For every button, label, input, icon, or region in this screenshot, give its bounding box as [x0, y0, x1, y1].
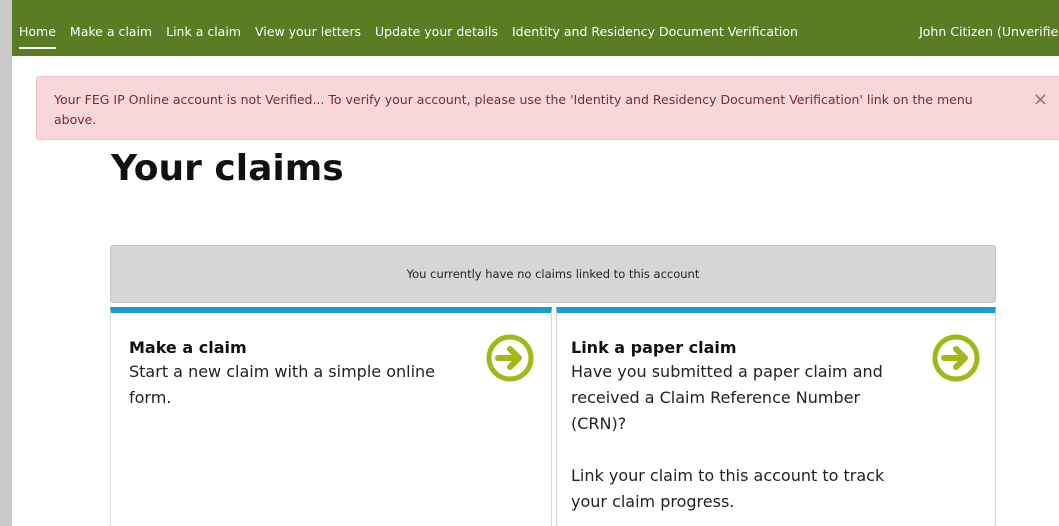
- alert-text: Your FEG IP Online account is not Verifi…: [54, 92, 973, 127]
- user-account-menu[interactable]: John Citizen (Unverified): [919, 24, 1059, 39]
- make-a-claim-card[interactable]: Make a claim Start a new claim with a si…: [110, 307, 552, 526]
- card-title: Link a paper claim: [571, 338, 737, 357]
- page-title: Your claims: [111, 148, 344, 189]
- nav-make-a-claim[interactable]: Make a claim: [70, 24, 152, 45]
- page-frame: Home Make a claim Link a claim View your…: [0, 0, 1059, 526]
- nav-home[interactable]: Home: [19, 24, 56, 49]
- card-description-secondary: Link your claim to this account to track…: [571, 466, 885, 511]
- nav-link-a-claim[interactable]: Link a claim: [166, 24, 241, 45]
- arrow-right-circle-icon[interactable]: [485, 333, 535, 383]
- nav-identity-verification[interactable]: Identity and Residency Document Verifica…: [512, 24, 798, 45]
- arrow-right-circle-icon[interactable]: [931, 333, 981, 383]
- card-title: Make a claim: [129, 338, 247, 357]
- card-description: Start a new claim with a simple online f…: [129, 362, 436, 407]
- no-claims-text: You currently have no claims linked to t…: [406, 267, 700, 281]
- link-paper-claim-card[interactable]: Link a paper claim Have you submitted a …: [556, 307, 996, 526]
- nav-update-your-details[interactable]: Update your details: [375, 24, 498, 45]
- card-description: Have you submitted a paper claim and rec…: [571, 362, 883, 433]
- no-claims-message: You currently have no claims linked to t…: [110, 245, 996, 303]
- nav-view-your-letters[interactable]: View your letters: [255, 24, 361, 45]
- verification-alert: Your FEG IP Online account is not Verifi…: [36, 76, 1059, 140]
- top-navbar: Home Make a claim Link a claim View your…: [12, 0, 1059, 56]
- close-icon[interactable]: ×: [1033, 90, 1048, 110]
